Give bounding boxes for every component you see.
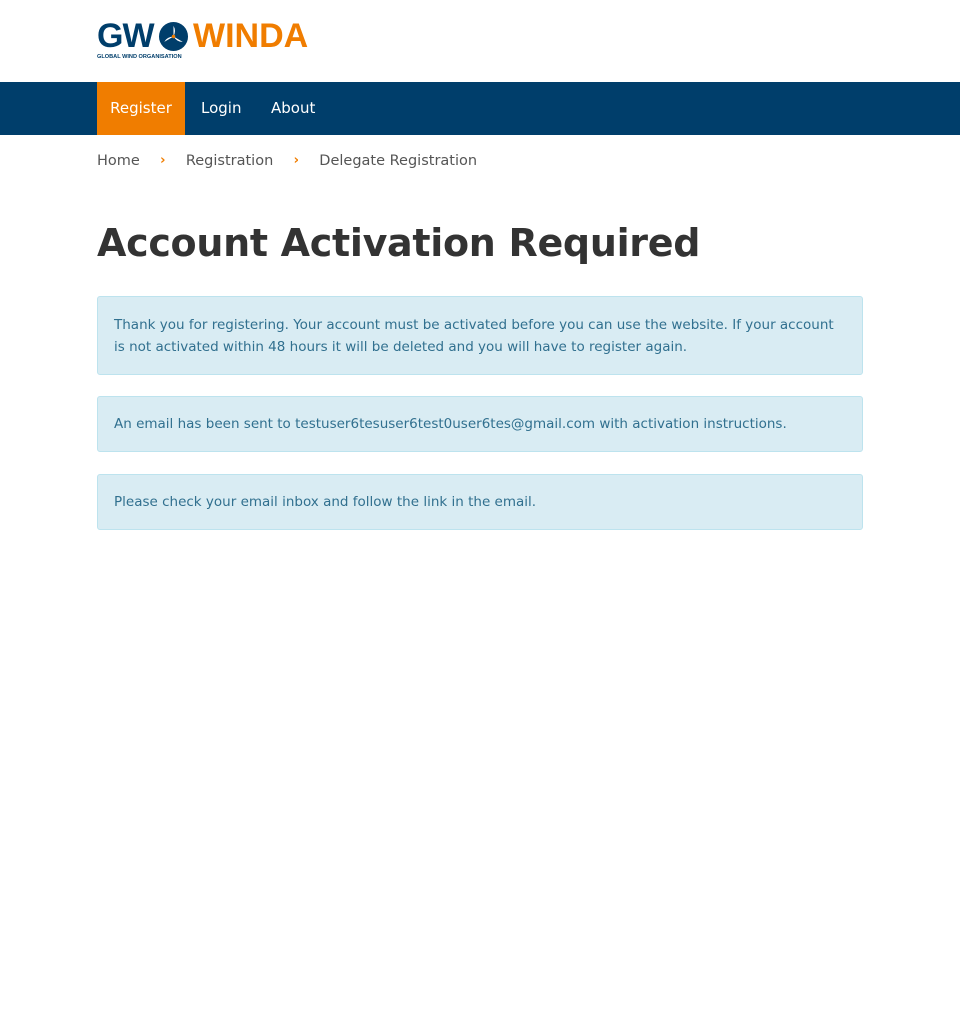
alert-activation-notice: Thank you for registering. Your account … — [97, 296, 863, 375]
breadcrumb-home[interactable]: Home — [97, 150, 140, 172]
breadcrumb-registration[interactable]: Registration — [186, 150, 273, 172]
breadcrumb-current: Delegate Registration — [319, 153, 478, 169]
gwo-winda-logo[interactable]: GW WINDA GLOBAL WIND ORGANISATION — [97, 18, 327, 64]
site-header: GW WINDA GLOBAL WIND ORGANISATION — [0, 0, 960, 82]
nav-login[interactable]: Login — [201, 82, 241, 135]
breadcrumb-separator-icon: › — [160, 153, 166, 168]
nav-register[interactable]: Register — [97, 82, 185, 135]
alert-check-inbox: Please check your email inbox and follow… — [97, 474, 863, 530]
page-title: Account Activation Required — [97, 221, 701, 265]
nav-about[interactable]: About — [271, 82, 315, 135]
logo-text-winda: WINDA — [193, 17, 309, 55]
wind-turbine-logo-icon — [158, 21, 189, 52]
alert-email-sent: An email has been sent to testuser6tesus… — [97, 396, 863, 452]
logo-text-gw: GW — [97, 17, 155, 55]
breadcrumb: Home › Registration › Delegate Registration — [97, 150, 477, 172]
main-navbar: Register Login About — [0, 82, 960, 135]
logo-subtitle: GLOBAL WIND ORGANISATION — [97, 54, 182, 60]
breadcrumb-separator-icon: › — [293, 153, 299, 168]
